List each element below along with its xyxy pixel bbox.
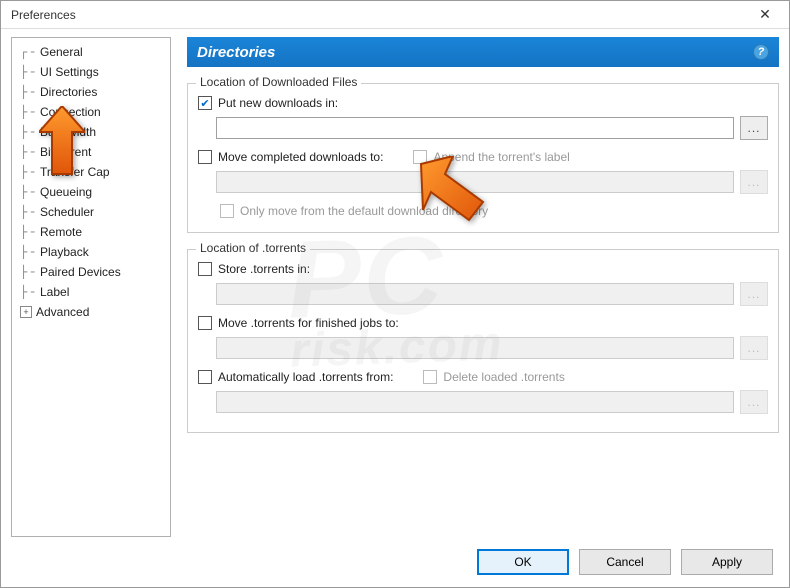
panel-header: Directories ? [187,37,779,67]
checkbox-put-new-downloads[interactable] [198,96,212,110]
sidebar-item-directories[interactable]: ├╶Directories [12,82,170,102]
label-move-completed: Move completed downloads to: [218,150,383,164]
browse-button-store-torrents[interactable]: ... [740,282,768,306]
group-torrents-location: Location of .torrents Store .torrents in… [187,249,779,433]
input-autoload-path [216,391,734,413]
sidebar-item-remote[interactable]: ├╶Remote [12,222,170,242]
sidebar-item-label[interactable]: ├╶Label [12,282,170,302]
checkbox-append-label[interactable] [413,150,427,164]
input-move-finished-path [216,337,734,359]
sidebar-item-paired-devices[interactable]: ├╶Paired Devices [12,262,170,282]
checkbox-only-move-default[interactable] [220,204,234,218]
checkbox-delete-loaded[interactable] [423,370,437,384]
label-only-move-default: Only move from the default download dire… [240,204,488,218]
input-store-torrents-path [216,283,734,305]
sidebar-item-scheduler[interactable]: ├╶Scheduler [12,202,170,222]
checkbox-move-finished-torrents[interactable] [198,316,212,330]
apply-button[interactable]: Apply [681,549,773,575]
sidebar-item-connection[interactable]: ├╶Connection [12,102,170,122]
label-delete-loaded: Delete loaded .torrents [443,370,564,384]
label-append-label: Append the torrent's label [433,150,569,164]
content-area: ┌╶General ├╶UI Settings ├╶Directories ├╶… [1,29,789,547]
row-only-move-default: Only move from the default download dire… [220,204,768,218]
titlebar: Preferences ✕ [1,1,789,29]
input-put-new-downloads-path[interactable] [216,117,734,139]
category-tree: ┌╶General ├╶UI Settings ├╶Directories ├╶… [11,37,171,537]
sidebar-item-queueing[interactable]: ├╶Queueing [12,182,170,202]
browse-button-put-new[interactable]: ... [740,116,768,140]
main-panel: Directories ? Location of Downloaded Fil… [187,37,779,537]
sidebar-item-playback[interactable]: ├╶Playback [12,242,170,262]
sidebar-item-ui-settings[interactable]: ├╶UI Settings [12,62,170,82]
sidebar-item-general[interactable]: ┌╶General [12,42,170,62]
window-title: Preferences [11,8,76,22]
checkbox-store-torrents[interactable] [198,262,212,276]
browse-button-move-completed[interactable]: ... [740,170,768,194]
sidebar-item-advanced[interactable]: +Advanced [12,302,170,322]
dialog-buttons: OK Cancel Apply [477,549,773,575]
label-store-torrents: Store .torrents in: [218,262,310,276]
panel-title: Directories [197,44,275,61]
group-title-2: Location of .torrents [196,241,310,255]
browse-button-autoload[interactable]: ... [740,390,768,414]
browse-button-move-finished[interactable]: ... [740,336,768,360]
sidebar-item-transfer-cap[interactable]: ├╶Transfer Cap [12,162,170,182]
ok-button[interactable]: OK [477,549,569,575]
close-icon[interactable]: ✕ [749,4,781,26]
label-move-finished-torrents: Move .torrents for finished jobs to: [218,316,399,330]
checkbox-move-completed[interactable] [198,150,212,164]
input-move-completed-path [216,171,734,193]
group-title: Location of Downloaded Files [196,75,361,89]
help-icon[interactable]: ? [753,44,769,60]
cancel-button[interactable]: Cancel [579,549,671,575]
label-autoload-torrents: Automatically load .torrents from: [218,370,393,384]
sidebar-item-bandwidth[interactable]: ├╶Bandwidth [12,122,170,142]
sidebar-item-bittorrent[interactable]: ├╶BitTorrent [12,142,170,162]
group-downloaded-files: Location of Downloaded Files Put new dow… [187,83,779,233]
expand-icon[interactable]: + [20,306,32,318]
row-move-completed: Move completed downloads to: Append the … [198,150,768,164]
label-put-new-downloads: Put new downloads in: [218,96,338,110]
row-put-new-downloads: Put new downloads in: [198,96,768,110]
checkbox-autoload-torrents[interactable] [198,370,212,384]
